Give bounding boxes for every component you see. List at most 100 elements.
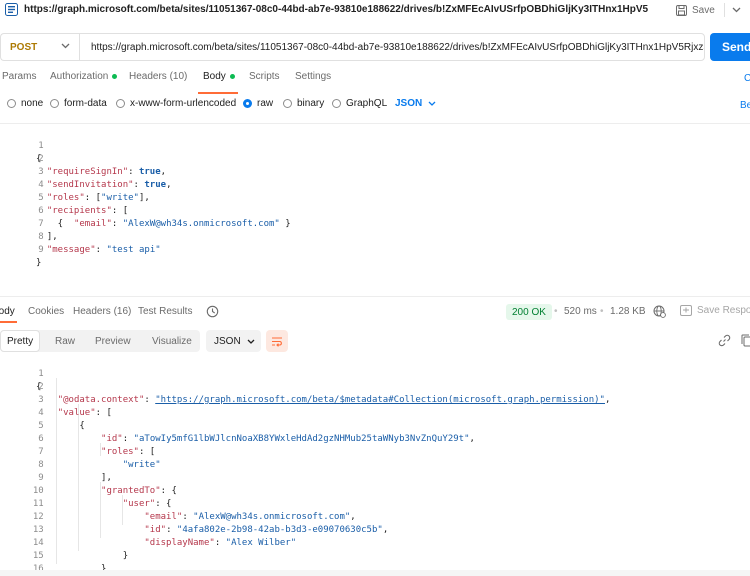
method-select[interactable]: POST bbox=[0, 33, 79, 61]
separator-dot: • bbox=[600, 306, 604, 317]
globe-icon[interactable] bbox=[653, 305, 666, 318]
tab-authorization[interactable]: Authorization bbox=[50, 71, 118, 82]
save-response-button[interactable]: Save Response bbox=[680, 305, 750, 316]
save-response-icon bbox=[680, 305, 692, 316]
line-number: 6 bbox=[38, 434, 44, 444]
code-line: 7 ], bbox=[0, 205, 57, 242]
view-pretty[interactable]: Pretty bbox=[0, 330, 41, 352]
divider bbox=[0, 296, 750, 297]
radio-label: raw bbox=[257, 98, 274, 109]
code-line: 15 } bbox=[0, 537, 107, 574]
copy-icon[interactable] bbox=[741, 334, 750, 347]
save-group: Save bbox=[676, 2, 744, 18]
code-line: 7 "write" bbox=[0, 433, 160, 470]
save-label: Save bbox=[692, 4, 715, 16]
code-line: 9 "grantedTo": { bbox=[0, 459, 177, 496]
code-text: { "email": "AlexW@wh34s.onmicrosoft.com"… bbox=[36, 219, 291, 229]
view-visualize[interactable]: Visualize bbox=[152, 330, 192, 352]
code-text: "message": "test api" bbox=[46, 245, 161, 255]
code-line: 1 { bbox=[0, 355, 44, 392]
line-number: 6 bbox=[38, 206, 44, 216]
send-button[interactable]: Send bbox=[710, 33, 750, 61]
view-raw[interactable]: Raw bbox=[55, 330, 75, 352]
code-line: 5 "id": "aTowIy5mfG1lbWJlcnNoaXB8YWxleHd… bbox=[0, 407, 475, 444]
line-number: 1 bbox=[38, 369, 44, 379]
wrap-lines-icon bbox=[272, 336, 282, 347]
code-text: "user": { bbox=[122, 499, 172, 509]
radio-urlencoded[interactable]: x-www-form-urlencoded bbox=[116, 98, 236, 109]
status-badge[interactable]: 200 OK bbox=[506, 304, 552, 320]
response-size[interactable]: 1.28 KB bbox=[610, 306, 646, 317]
line-number: 9 bbox=[38, 473, 44, 483]
chevron-down-icon bbox=[428, 101, 436, 106]
save-options-button[interactable] bbox=[730, 2, 744, 18]
tab-headers[interactable]: Headers (10) bbox=[129, 71, 187, 82]
response-time[interactable]: 520 ms bbox=[564, 306, 597, 317]
code-text: "requireSignIn": true, bbox=[46, 167, 167, 177]
radio-label: binary bbox=[297, 98, 325, 109]
bottom-scrollbar[interactable] bbox=[0, 570, 750, 576]
radio-label: none bbox=[21, 98, 44, 109]
body-format-select[interactable]: JSON bbox=[395, 98, 436, 109]
radio-button bbox=[283, 99, 292, 108]
code-text: "id": "4afa802e-2b98-42ab-b3d3-e09070630… bbox=[144, 525, 389, 535]
response-format-label: JSON bbox=[214, 335, 241, 347]
body-format-label: JSON bbox=[395, 98, 423, 109]
wrap-lines-button[interactable] bbox=[266, 330, 288, 352]
line-number: 9 bbox=[38, 245, 44, 255]
separator-dot: • bbox=[554, 306, 558, 317]
code-text: "@odata.context": "https://graph.microso… bbox=[57, 395, 611, 405]
url-input[interactable]: https://graph.microsoft.com/beta/sites/1… bbox=[79, 33, 705, 61]
radio-graphql[interactable]: GraphQL bbox=[332, 98, 387, 109]
code-line: 11 "email": "AlexW@wh34s.onmicrosoft.com… bbox=[0, 485, 356, 522]
radio-none[interactable]: none bbox=[7, 98, 43, 109]
radio-button-selected bbox=[243, 99, 252, 108]
link-icon[interactable] bbox=[718, 334, 731, 347]
tab-response-headers[interactable]: Headers (16) bbox=[73, 306, 131, 317]
radio-button bbox=[50, 99, 59, 108]
code-line: 2 "requireSignIn": true, bbox=[0, 140, 166, 177]
line-number: 8 bbox=[38, 460, 44, 470]
code-line: 4 { bbox=[0, 394, 85, 431]
method-label: POST bbox=[10, 41, 38, 53]
tab-body[interactable]: Body bbox=[203, 71, 235, 82]
history-icon[interactable] bbox=[206, 305, 219, 318]
postman-app-icon bbox=[5, 3, 18, 16]
chevron-down-icon bbox=[732, 7, 741, 13]
response-format-select[interactable]: JSON bbox=[206, 330, 261, 352]
line-number: 1 bbox=[38, 141, 44, 151]
divider bbox=[723, 3, 725, 17]
line-number: 4 bbox=[38, 408, 44, 418]
divider bbox=[0, 123, 750, 124]
tab-settings[interactable]: Settings bbox=[295, 71, 331, 82]
save-button[interactable]: Save bbox=[676, 2, 715, 18]
tab-response-body[interactable]: Body bbox=[0, 306, 15, 317]
radio-raw[interactable]: raw bbox=[243, 98, 273, 109]
code-text: "value": [ bbox=[57, 408, 112, 418]
line-number: 11 bbox=[32, 499, 44, 509]
line-number: 7 bbox=[38, 447, 44, 457]
code-line: 14 } bbox=[0, 524, 128, 561]
tab-test-results[interactable]: Test Results bbox=[138, 306, 192, 317]
cookies-link-fragment[interactable]: C bbox=[744, 73, 750, 84]
radio-form-data[interactable]: form-data bbox=[50, 98, 107, 109]
tab-authorization-label: Authorization bbox=[50, 71, 109, 82]
line-number: 5 bbox=[38, 193, 44, 203]
code-line: 3 "sendInvitation": true, bbox=[0, 153, 171, 190]
code-line: 8 ], bbox=[0, 446, 112, 483]
tab-params[interactable]: Params bbox=[2, 71, 36, 82]
status-dot bbox=[112, 74, 118, 79]
tab-response-cookies[interactable]: Cookies bbox=[28, 306, 64, 317]
code-line: 6 "roles": [ bbox=[0, 420, 155, 457]
code-line: 4 "roles": ["write"], bbox=[0, 166, 150, 203]
radio-binary[interactable]: binary bbox=[283, 98, 324, 109]
active-tab-indicator bbox=[0, 321, 17, 323]
line-number: 3 bbox=[38, 167, 44, 177]
beautify-link-fragment[interactable]: Be bbox=[740, 100, 750, 111]
tab-scripts[interactable]: Scripts bbox=[249, 71, 280, 82]
window-title: https://graph.microsoft.com/beta/sites/1… bbox=[24, 4, 649, 15]
radio-button bbox=[7, 99, 16, 108]
line-number: 10 bbox=[32, 486, 44, 496]
view-preview[interactable]: Preview bbox=[95, 330, 131, 352]
line-number: 3 bbox=[38, 395, 44, 405]
